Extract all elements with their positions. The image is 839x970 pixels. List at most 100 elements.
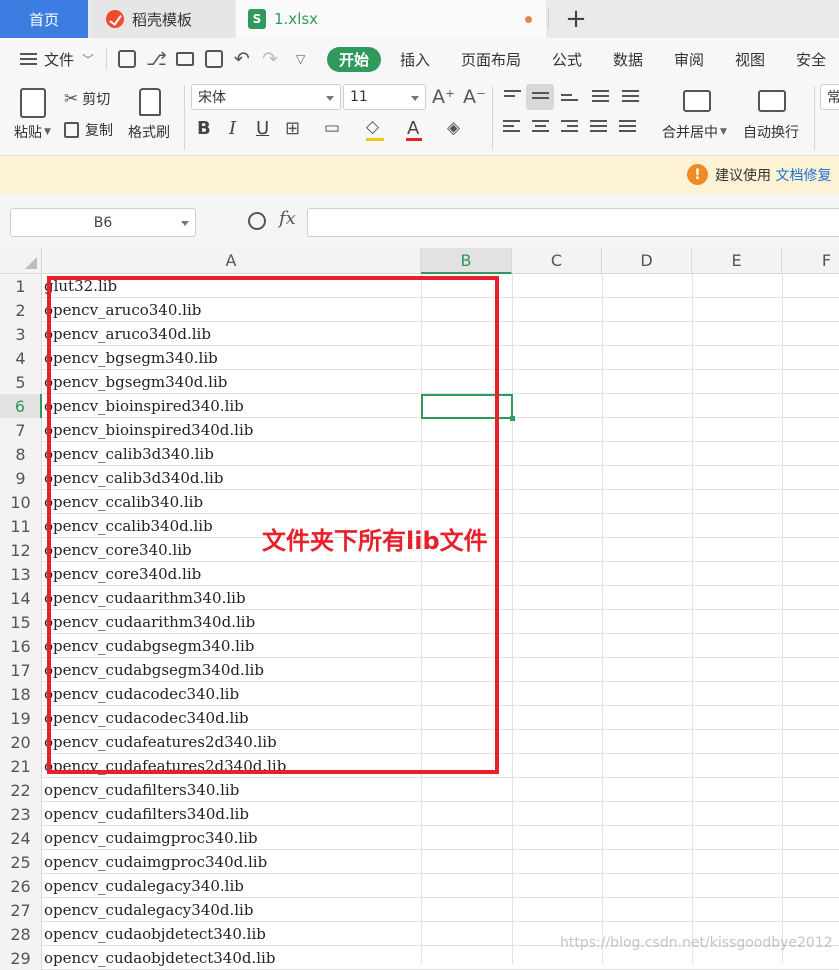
menu-insert[interactable]: 插入 [400, 38, 430, 80]
redo-icon[interactable]: ↷ [262, 38, 278, 80]
select-all-corner[interactable] [0, 248, 42, 274]
merge-center-icon[interactable] [683, 90, 711, 112]
row-header[interactable]: 3 [0, 322, 42, 346]
formula-input[interactable] [307, 208, 839, 237]
align-bottom-icon[interactable] [561, 94, 578, 108]
tab-file[interactable]: S 1.xlsx [236, 0, 546, 38]
menu-start[interactable]: 开始 [327, 47, 381, 72]
row-header[interactable]: 19 [0, 706, 42, 730]
row-header[interactable]: 8 [0, 442, 42, 466]
row-header[interactable]: 24 [0, 826, 42, 850]
increase-font-icon[interactable]: A⁺ [432, 86, 455, 108]
row-header[interactable]: 12 [0, 538, 42, 562]
row-header[interactable]: 29 [0, 946, 42, 970]
menu-page-layout[interactable]: 页面布局 [461, 38, 521, 80]
paste-icon[interactable] [20, 88, 46, 118]
copy-button[interactable]: 复制 [64, 120, 113, 140]
menu-security[interactable]: 安全 [796, 38, 826, 80]
row-header[interactable]: 7 [0, 418, 42, 442]
decrease-font-icon[interactable]: A⁻ [463, 86, 486, 108]
row-header[interactable]: 25 [0, 850, 42, 874]
clear-format-icon[interactable]: ◈ [447, 118, 460, 138]
cell-a[interactable]: opencv_cudalegacy340.lib [44, 874, 244, 898]
align-middle-icon[interactable] [532, 92, 549, 106]
menu-data[interactable]: 数据 [613, 38, 643, 80]
italic-icon[interactable]: I [229, 118, 236, 139]
row-header[interactable]: 22 [0, 778, 42, 802]
row-header[interactable]: 5 [0, 370, 42, 394]
cell-a[interactable]: opencv_cudafilters340d.lib [44, 802, 249, 826]
column-header-d[interactable]: D [602, 248, 692, 274]
row-header[interactable]: 1 [0, 274, 42, 298]
new-tab-button[interactable]: + [548, 0, 604, 38]
row-header[interactable]: 21 [0, 754, 42, 778]
fx-icon[interactable]: fx [279, 208, 296, 229]
row-header[interactable]: 28 [0, 922, 42, 946]
column-header-a[interactable]: A [42, 248, 421, 274]
align-right-icon[interactable] [561, 120, 578, 134]
doc-repair-link[interactable]: 文档修复 [775, 168, 831, 184]
distributed-align-icon[interactable] [619, 120, 636, 134]
paste-button[interactable]: 粘贴 ▼ [14, 122, 51, 142]
wrap-text-button[interactable]: 自动换行 [743, 122, 799, 142]
row-header[interactable]: 26 [0, 874, 42, 898]
tab-home[interactable]: 首页 [0, 0, 88, 38]
column-header-b[interactable]: B [421, 248, 512, 274]
row-header[interactable]: 16 [0, 634, 42, 658]
fill-style-icon[interactable]: ▭ [324, 118, 340, 138]
row-header[interactable]: 17 [0, 658, 42, 682]
column-header-f[interactable]: F [782, 248, 839, 274]
row-header[interactable]: 6 [0, 394, 42, 418]
row-header[interactable]: 11 [0, 514, 42, 538]
wrap-text-icon[interactable] [758, 90, 786, 112]
undo-icon[interactable]: ↶ [234, 38, 250, 80]
column-header-c[interactable]: C [512, 248, 602, 274]
font-color-icon[interactable]: A [407, 118, 419, 139]
row-header[interactable]: 10 [0, 490, 42, 514]
number-format-select[interactable]: 常 [820, 84, 839, 110]
underline-icon[interactable]: U [256, 118, 269, 139]
bold-icon[interactable]: B [197, 118, 211, 139]
increase-indent-icon[interactable] [622, 90, 639, 104]
row-header[interactable]: 4 [0, 346, 42, 370]
borders-icon[interactable]: ⊞ [285, 118, 300, 139]
menu-view[interactable]: 视图 [735, 38, 765, 80]
customize-quick-access-icon[interactable]: ▽ [296, 38, 305, 80]
cell-a[interactable]: opencv_cudafilters340.lib [44, 778, 239, 802]
row-header[interactable]: 15 [0, 610, 42, 634]
print-preview-icon[interactable] [205, 50, 223, 68]
align-center-icon[interactable] [532, 120, 549, 134]
font-name-select[interactable]: 宋体 [191, 84, 341, 110]
justify-icon[interactable] [590, 120, 607, 134]
align-top-icon[interactable] [504, 90, 521, 104]
column-header-e[interactable]: E [692, 248, 782, 274]
font-size-select[interactable]: 11 [343, 84, 426, 110]
cell-a[interactable]: opencv_cudaimgproc340d.lib [44, 850, 267, 874]
menu-formulas[interactable]: 公式 [552, 38, 582, 80]
merge-center-button[interactable]: 合并居中 ▼ [662, 122, 727, 142]
row-header[interactable]: 2 [0, 298, 42, 322]
export-icon[interactable]: ⎇ [146, 38, 167, 80]
menu-file[interactable]: 文件 [44, 38, 74, 80]
print-icon[interactable] [176, 52, 194, 66]
row-header[interactable]: 20 [0, 730, 42, 754]
cell-a[interactable]: opencv_cudalegacy340d.lib [44, 898, 253, 922]
row-header[interactable]: 14 [0, 586, 42, 610]
format-painter-icon[interactable] [139, 88, 161, 116]
cell-a[interactable]: opencv_cudaobjdetect340.lib [44, 922, 266, 946]
save-icon[interactable] [118, 50, 136, 68]
hamburger-menu-icon[interactable] [20, 53, 37, 65]
row-header[interactable]: 9 [0, 466, 42, 490]
cell-a[interactable]: opencv_cudaimgproc340.lib [44, 826, 258, 850]
cell-a[interactable]: opencv_cudaobjdetect340d.lib [44, 946, 275, 970]
name-box[interactable]: B6 [10, 208, 196, 237]
format-painter-button[interactable]: 格式刷 [128, 122, 170, 142]
row-header[interactable]: 27 [0, 898, 42, 922]
cut-button[interactable]: ✂ 剪切 [64, 89, 110, 109]
chevron-down-icon[interactable]: ﹀ [82, 38, 94, 80]
row-header[interactable]: 18 [0, 682, 42, 706]
tab-docer-templates[interactable]: 稻壳模板 [92, 0, 234, 38]
zoom-icon[interactable] [248, 212, 266, 230]
decrease-indent-icon[interactable] [592, 90, 609, 104]
row-header[interactable]: 13 [0, 562, 42, 586]
